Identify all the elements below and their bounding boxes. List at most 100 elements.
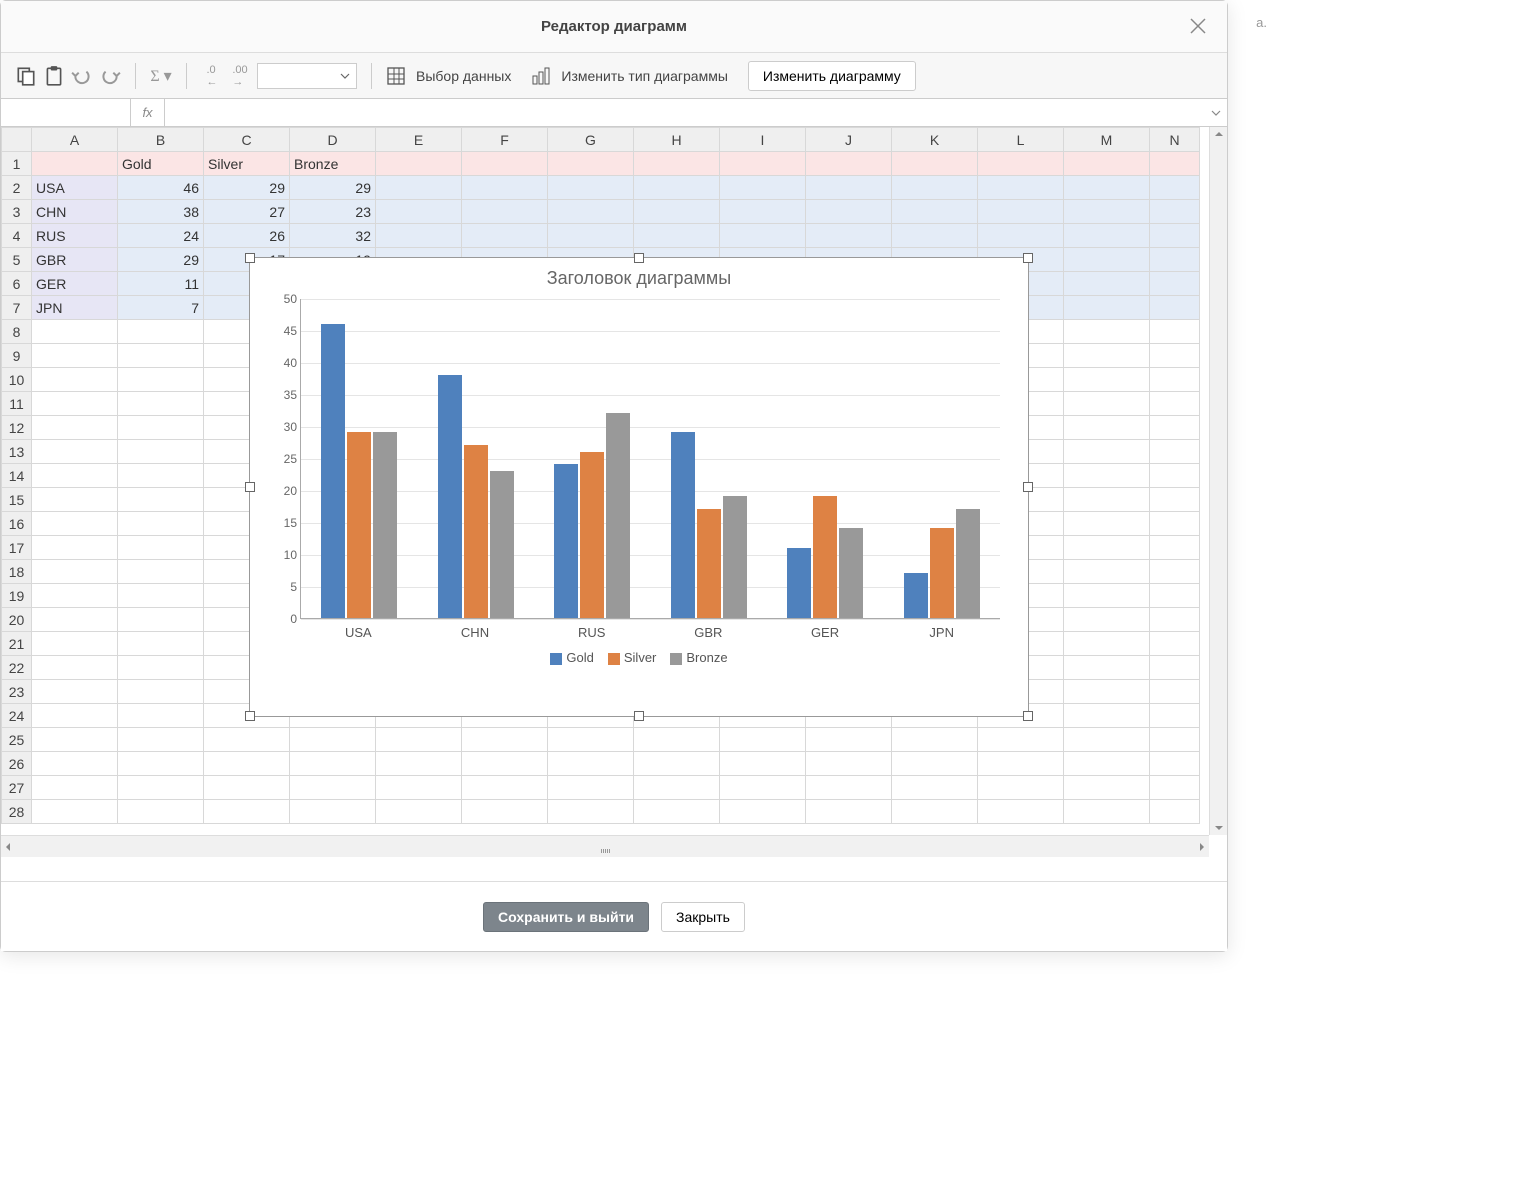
- cell-N5[interactable]: [1150, 248, 1200, 272]
- cell-J28[interactable]: [806, 800, 892, 824]
- cell-G27[interactable]: [548, 776, 634, 800]
- cell-N24[interactable]: [1150, 704, 1200, 728]
- cell-M28[interactable]: [1064, 800, 1150, 824]
- cell-M24[interactable]: [1064, 704, 1150, 728]
- select-data-button[interactable]: Выбор данных: [386, 66, 511, 86]
- bar-silver-GER[interactable]: [813, 496, 837, 618]
- cell-A17[interactable]: [32, 536, 118, 560]
- cell-A12[interactable]: [32, 416, 118, 440]
- cell-F2[interactable]: [462, 176, 548, 200]
- cell-M4[interactable]: [1064, 224, 1150, 248]
- cell-A26[interactable]: [32, 752, 118, 776]
- cell-C25[interactable]: [204, 728, 290, 752]
- cell-I1[interactable]: [720, 152, 806, 176]
- bar-gold-CHN[interactable]: [438, 375, 462, 618]
- cell-B16[interactable]: [118, 512, 204, 536]
- cell-G26[interactable]: [548, 752, 634, 776]
- col-header-M[interactable]: M: [1064, 128, 1150, 152]
- cell-B20[interactable]: [118, 608, 204, 632]
- cell-I28[interactable]: [720, 800, 806, 824]
- cell-B27[interactable]: [118, 776, 204, 800]
- cell-G28[interactable]: [548, 800, 634, 824]
- row-header-3[interactable]: 3: [2, 200, 32, 224]
- cell-N11[interactable]: [1150, 392, 1200, 416]
- cell-E4[interactable]: [376, 224, 462, 248]
- legend-item-silver[interactable]: Silver: [608, 650, 657, 665]
- formula-input[interactable]: [165, 99, 1227, 126]
- increase-decimal-icon[interactable]: .00→: [229, 65, 251, 87]
- horizontal-scrollbar[interactable]: [1, 835, 1209, 857]
- bar-gold-RUS[interactable]: [554, 464, 578, 618]
- row-header-17[interactable]: 17: [2, 536, 32, 560]
- redo-icon[interactable]: [99, 65, 121, 87]
- cell-A6[interactable]: GER: [32, 272, 118, 296]
- bar-silver-GBR[interactable]: [697, 509, 721, 618]
- cell-A9[interactable]: [32, 344, 118, 368]
- save-and-exit-button[interactable]: Сохранить и выйти: [483, 902, 649, 932]
- cell-M15[interactable]: [1064, 488, 1150, 512]
- cell-N7[interactable]: [1150, 296, 1200, 320]
- cell-K27[interactable]: [892, 776, 978, 800]
- cell-M3[interactable]: [1064, 200, 1150, 224]
- cell-D28[interactable]: [290, 800, 376, 824]
- cell-N2[interactable]: [1150, 176, 1200, 200]
- cell-N8[interactable]: [1150, 320, 1200, 344]
- cell-N26[interactable]: [1150, 752, 1200, 776]
- resize-handle-sw[interactable]: [245, 711, 255, 721]
- cell-B14[interactable]: [118, 464, 204, 488]
- resize-handle-se[interactable]: [1023, 711, 1033, 721]
- cell-M18[interactable]: [1064, 560, 1150, 584]
- cell-B9[interactable]: [118, 344, 204, 368]
- cell-A5[interactable]: GBR: [32, 248, 118, 272]
- number-format-combo[interactable]: [257, 63, 357, 89]
- cell-I3[interactable]: [720, 200, 806, 224]
- cell-A21[interactable]: [32, 632, 118, 656]
- col-header-E[interactable]: E: [376, 128, 462, 152]
- cell-B2[interactable]: 46: [118, 176, 204, 200]
- cell-E27[interactable]: [376, 776, 462, 800]
- cell-M20[interactable]: [1064, 608, 1150, 632]
- bar-bronze-USA[interactable]: [373, 432, 397, 618]
- row-header-11[interactable]: 11: [2, 392, 32, 416]
- cell-A3[interactable]: CHN: [32, 200, 118, 224]
- legend-item-bronze[interactable]: Bronze: [670, 650, 727, 665]
- bar-bronze-GER[interactable]: [839, 528, 863, 618]
- cell-G4[interactable]: [548, 224, 634, 248]
- col-header-A[interactable]: A: [32, 128, 118, 152]
- cell-A7[interactable]: JPN: [32, 296, 118, 320]
- cell-A23[interactable]: [32, 680, 118, 704]
- cell-C3[interactable]: 27: [204, 200, 290, 224]
- cell-B1[interactable]: Gold: [118, 152, 204, 176]
- cell-L25[interactable]: [978, 728, 1064, 752]
- cell-E1[interactable]: [376, 152, 462, 176]
- cell-N19[interactable]: [1150, 584, 1200, 608]
- cell-N10[interactable]: [1150, 368, 1200, 392]
- cell-M25[interactable]: [1064, 728, 1150, 752]
- cell-H28[interactable]: [634, 800, 720, 824]
- cell-I25[interactable]: [720, 728, 806, 752]
- cell-N14[interactable]: [1150, 464, 1200, 488]
- row-header-16[interactable]: 16: [2, 512, 32, 536]
- cell-N21[interactable]: [1150, 632, 1200, 656]
- row-header-21[interactable]: 21: [2, 632, 32, 656]
- cell-A18[interactable]: [32, 560, 118, 584]
- cell-C4[interactable]: 26: [204, 224, 290, 248]
- cell-A15[interactable]: [32, 488, 118, 512]
- row-header-24[interactable]: 24: [2, 704, 32, 728]
- cell-F28[interactable]: [462, 800, 548, 824]
- col-header-N[interactable]: N: [1150, 128, 1200, 152]
- undo-icon[interactable]: [71, 65, 93, 87]
- row-header-5[interactable]: 5: [2, 248, 32, 272]
- col-header-H[interactable]: H: [634, 128, 720, 152]
- cell-N13[interactable]: [1150, 440, 1200, 464]
- cell-D25[interactable]: [290, 728, 376, 752]
- cell-B26[interactable]: [118, 752, 204, 776]
- cell-N18[interactable]: [1150, 560, 1200, 584]
- cell-M9[interactable]: [1064, 344, 1150, 368]
- cell-B12[interactable]: [118, 416, 204, 440]
- cell-K1[interactable]: [892, 152, 978, 176]
- cell-N28[interactable]: [1150, 800, 1200, 824]
- resize-handle-ne[interactable]: [1023, 253, 1033, 263]
- cell-M21[interactable]: [1064, 632, 1150, 656]
- row-header-9[interactable]: 9: [2, 344, 32, 368]
